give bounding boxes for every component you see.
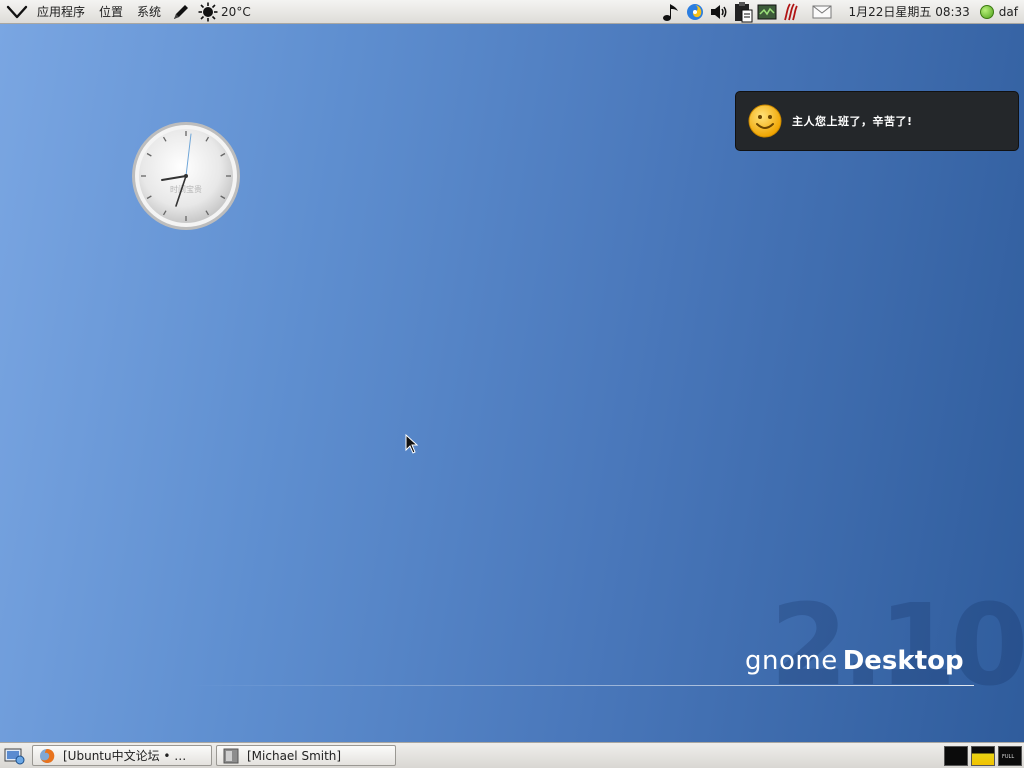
gnome-word: gnome [745, 646, 838, 676]
notification-bubble[interactable]: 主人您上班了，辛苦了! [735, 91, 1019, 151]
panel-clock[interactable]: 1月22日星期五 08:33 [834, 3, 979, 20]
menu-places[interactable]: 位置 [92, 0, 130, 24]
smiley-face-icon [748, 104, 782, 138]
mouse-cursor-icon [405, 433, 419, 457]
user-status[interactable]: daf [979, 4, 1024, 19]
red-app-icon[interactable] [780, 1, 802, 23]
taskbar-window-label: [Ubuntu中文论坛 • … [63, 749, 187, 763]
volume-icon[interactable] [708, 1, 730, 23]
system-monitor-icon[interactable] [756, 1, 778, 23]
temperature-label: 20°C [221, 4, 251, 19]
disk-monitor-graph[interactable]: FULL [998, 745, 1022, 766]
online-status-icon [979, 4, 994, 19]
system-monitors: FULL [941, 745, 1024, 766]
main-menu-bar: 应用程序 位置 系统 [0, 0, 194, 24]
pencil-icon[interactable] [168, 1, 194, 23]
taskbar-window-firefox[interactable]: [Ubuntu中文论坛 • … [32, 745, 212, 766]
weather-applet[interactable]: 20°C [194, 1, 255, 23]
system-tray: 1月22日星期五 08:33 daf [659, 0, 1024, 24]
menu-system[interactable]: 系统 [130, 0, 168, 24]
top-panel: 应用程序 位置 系统 20°C 1月22日星期五 08:33 daf [0, 0, 1024, 24]
clock-brand-text: 时间宝贵 [170, 184, 202, 194]
desktop-word: Desktop [842, 646, 964, 676]
svg-text:FULL: FULL [1002, 754, 1014, 760]
qq-messenger-icon[interactable] [684, 1, 706, 23]
menu-applications[interactable]: 应用程序 [30, 0, 92, 24]
notification-message: 主人您上班了，辛苦了! [792, 115, 913, 128]
brand-divider [190, 685, 974, 686]
cpu-monitor-graph[interactable] [944, 745, 968, 766]
terminal-window-icon [223, 748, 239, 764]
music-note-icon[interactable] [660, 1, 682, 23]
ubuntu-logo-icon[interactable] [4, 1, 30, 23]
show-desktop-icon[interactable] [2, 745, 28, 767]
username-label: daf [998, 4, 1018, 19]
load-monitor-graph[interactable] [971, 745, 995, 766]
taskbar-window-michael-smith[interactable]: [Michael Smith] [216, 745, 396, 766]
taskbar-window-label: [Michael Smith] [247, 748, 342, 763]
analog-clock-widget[interactable]: 时间宝贵 [130, 120, 242, 232]
clipboard-icon[interactable] [732, 1, 754, 23]
sun-icon [198, 1, 218, 23]
bottom-panel: [Ubuntu中文论坛 • … [Michael Smith] FULL [0, 742, 1024, 768]
firefox-icon [39, 748, 55, 764]
mail-icon[interactable] [811, 1, 833, 23]
gnome-desktop-logo: gnome Desktop [745, 646, 964, 676]
